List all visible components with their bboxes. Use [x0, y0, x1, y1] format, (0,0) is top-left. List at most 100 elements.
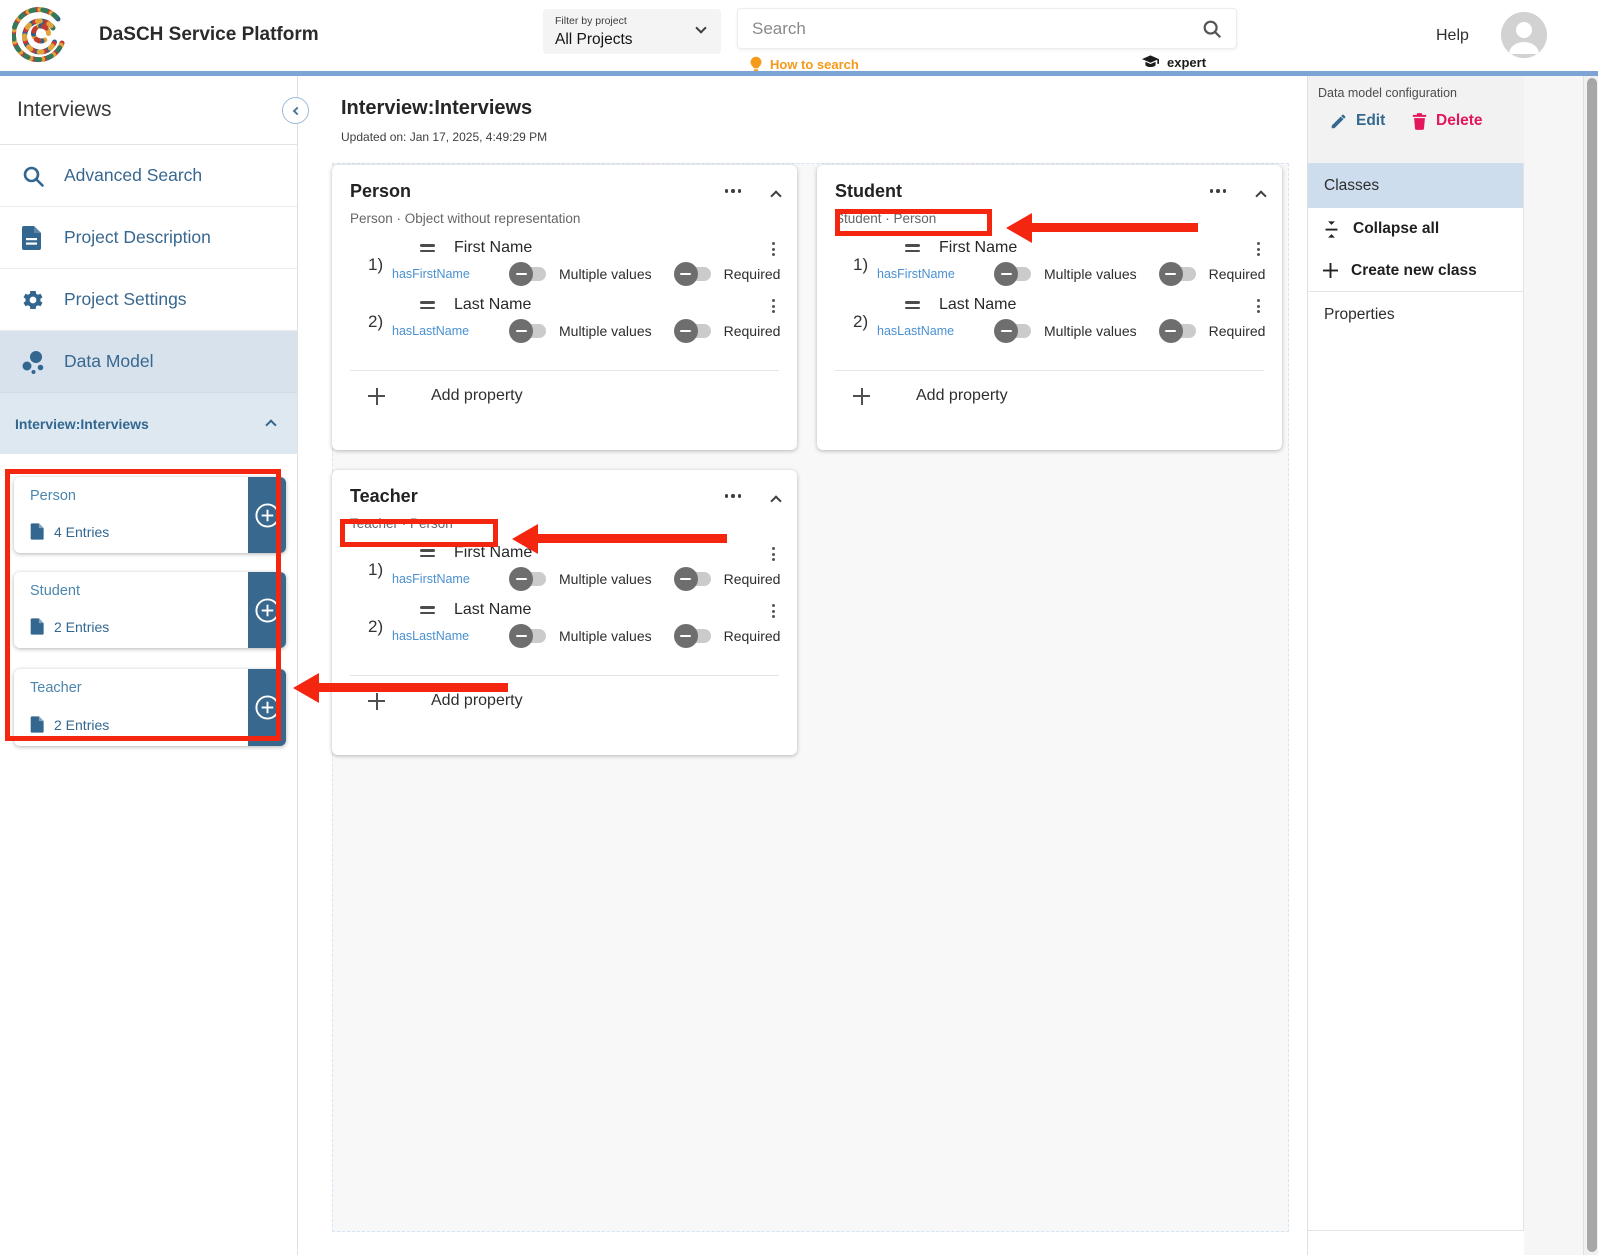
sidebar-ontology-interview-interviews[interactable]: Interview:Interviews	[0, 393, 297, 454]
card-divider	[350, 370, 779, 371]
toggle-label: Required	[1209, 323, 1266, 339]
required-toggle[interactable]	[678, 572, 711, 586]
required-toggle[interactable]	[678, 267, 711, 281]
help-button[interactable]: Help	[1436, 27, 1469, 45]
class-card-title: Person	[350, 181, 411, 202]
multiple-values-toggle[interactable]	[513, 629, 546, 643]
property-details: hasFirstName Multiple values Required	[877, 266, 1265, 282]
multiple-values-toggle[interactable]	[998, 267, 1031, 281]
toggle-knob-minus-icon	[1159, 319, 1183, 343]
create-new-class-button[interactable]: Create new class	[1308, 250, 1523, 292]
sidebar-collapse-button[interactable]	[282, 97, 309, 124]
property-label: First Name	[454, 239, 532, 257]
kebab-menu-icon[interactable]	[772, 547, 775, 561]
property-number: 2)	[368, 312, 383, 332]
multiple-values-toggle[interactable]	[513, 324, 546, 338]
search-input[interactable]	[752, 15, 1172, 43]
right-gutter	[1524, 76, 1583, 1255]
kebab-menu-icon[interactable]	[1257, 299, 1260, 313]
drag-handle-icon[interactable]	[420, 606, 435, 614]
property-name-link: hasFirstName	[392, 572, 513, 586]
sidebar-item-project-settings[interactable]: Project Settings	[0, 269, 297, 331]
required-toggle-group: Required	[1163, 266, 1266, 282]
add-property-button[interactable]: Add property	[368, 387, 523, 405]
search-icon	[21, 163, 47, 189]
properties-section-header: Properties	[1308, 292, 1523, 338]
annotation-box-sidebar-classes	[5, 469, 281, 741]
delete-button[interactable]: Delete	[1412, 112, 1483, 130]
multiple-values-toggle-group: Multiple values	[513, 323, 652, 339]
collapse-card-button[interactable]	[772, 492, 780, 510]
multiple-values-toggle-group: Multiple values	[513, 628, 652, 644]
right-sidebar: Data model configuration Edit Delete Cla…	[1307, 76, 1524, 1255]
kebab-menu-icon[interactable]	[1257, 242, 1260, 256]
property-header: Last Name	[420, 296, 531, 314]
collapse-all-button[interactable]: Collapse all	[1308, 208, 1523, 250]
property-row: 1) First Name hasFirstName Multiple valu…	[332, 237, 797, 294]
more-options-icon[interactable]	[725, 189, 742, 193]
multiple-values-toggle[interactable]	[513, 267, 546, 281]
kebab-menu-icon[interactable]	[772, 299, 775, 313]
required-toggle[interactable]	[678, 629, 711, 643]
add-property-label: Add property	[431, 692, 523, 710]
page-title: Interview:Interviews	[341, 97, 532, 120]
multiple-values-toggle[interactable]	[998, 324, 1031, 338]
property-details: hasLastName Multiple values Required	[392, 628, 780, 644]
class-card: Person Person · Object without represent…	[332, 165, 797, 450]
property-details: hasFirstName Multiple values Required	[392, 571, 780, 587]
dasch-logo-icon[interactable]	[12, 5, 72, 65]
toggle-label: Multiple values	[1044, 266, 1137, 282]
drag-handle-icon[interactable]	[905, 301, 920, 309]
property-details: hasFirstName Multiple values Required	[392, 266, 780, 282]
project-filter-label: Filter by project	[555, 15, 627, 27]
multiple-values-toggle[interactable]	[513, 572, 546, 586]
sidebar-item-data-model[interactable]: Data Model	[0, 331, 297, 393]
scrollbar-thumb[interactable]	[1587, 78, 1597, 1252]
kebab-menu-icon[interactable]	[772, 604, 775, 618]
drag-handle-icon[interactable]	[420, 244, 435, 252]
toggle-label: Multiple values	[559, 323, 652, 339]
more-options-icon[interactable]	[1210, 189, 1227, 193]
class-card-subtitle: Person · Object without representation	[350, 211, 580, 226]
project-filter-select[interactable]: Filter by project All Projects	[543, 9, 721, 54]
collapse-card-button[interactable]	[1257, 187, 1265, 205]
toggle-knob-minus-icon	[994, 262, 1018, 286]
expert-mode-indicator[interactable]: expert	[1142, 55, 1206, 70]
user-avatar[interactable]	[1501, 12, 1547, 58]
create-new-class-label: Create new class	[1351, 262, 1477, 280]
plus-icon	[1323, 263, 1338, 278]
drag-handle-icon[interactable]	[420, 549, 435, 557]
multiple-values-toggle-group: Multiple values	[513, 266, 652, 282]
drag-handle-icon[interactable]	[420, 301, 435, 309]
required-toggle[interactable]	[678, 324, 711, 338]
property-name-link: hasFirstName	[877, 267, 998, 281]
delete-button-label: Delete	[1436, 112, 1483, 130]
kebab-menu-icon[interactable]	[772, 242, 775, 256]
collapse-card-button[interactable]	[772, 187, 780, 205]
toggle-label: Multiple values	[559, 628, 652, 644]
header-divider-line	[0, 71, 1598, 76]
sidebar-item-project-description[interactable]: Project Description	[0, 207, 297, 269]
graduation-cap-icon	[1142, 55, 1159, 70]
data-model-icon	[21, 349, 47, 375]
updated-timestamp: Updated on: Jan 17, 2025, 4:49:29 PM	[341, 130, 547, 144]
top-header-bar: DaSCH Service Platform Filter by project…	[0, 0, 1598, 71]
more-options-icon[interactable]	[725, 494, 742, 498]
multiple-values-toggle-group: Multiple values	[998, 323, 1137, 339]
property-header: First Name	[905, 239, 1017, 257]
required-toggle-group: Required	[678, 266, 781, 282]
search-icon[interactable]	[1201, 18, 1223, 45]
toggle-knob-minus-icon	[674, 319, 698, 343]
add-property-button[interactable]: Add property	[368, 692, 523, 710]
property-header: Last Name	[905, 296, 1016, 314]
required-toggle[interactable]	[1163, 267, 1196, 281]
toggle-knob-minus-icon	[674, 624, 698, 648]
add-property-button[interactable]: Add property	[853, 387, 1008, 405]
sidebar-title-row: Interviews	[0, 76, 297, 145]
property-details: hasLastName Multiple values Required	[877, 323, 1265, 339]
toggle-label: Required	[724, 571, 781, 587]
required-toggle[interactable]	[1163, 324, 1196, 338]
edit-button[interactable]: Edit	[1330, 112, 1385, 130]
drag-handle-icon[interactable]	[905, 244, 920, 252]
sidebar-item-advanced-search[interactable]: Advanced Search	[0, 145, 297, 207]
